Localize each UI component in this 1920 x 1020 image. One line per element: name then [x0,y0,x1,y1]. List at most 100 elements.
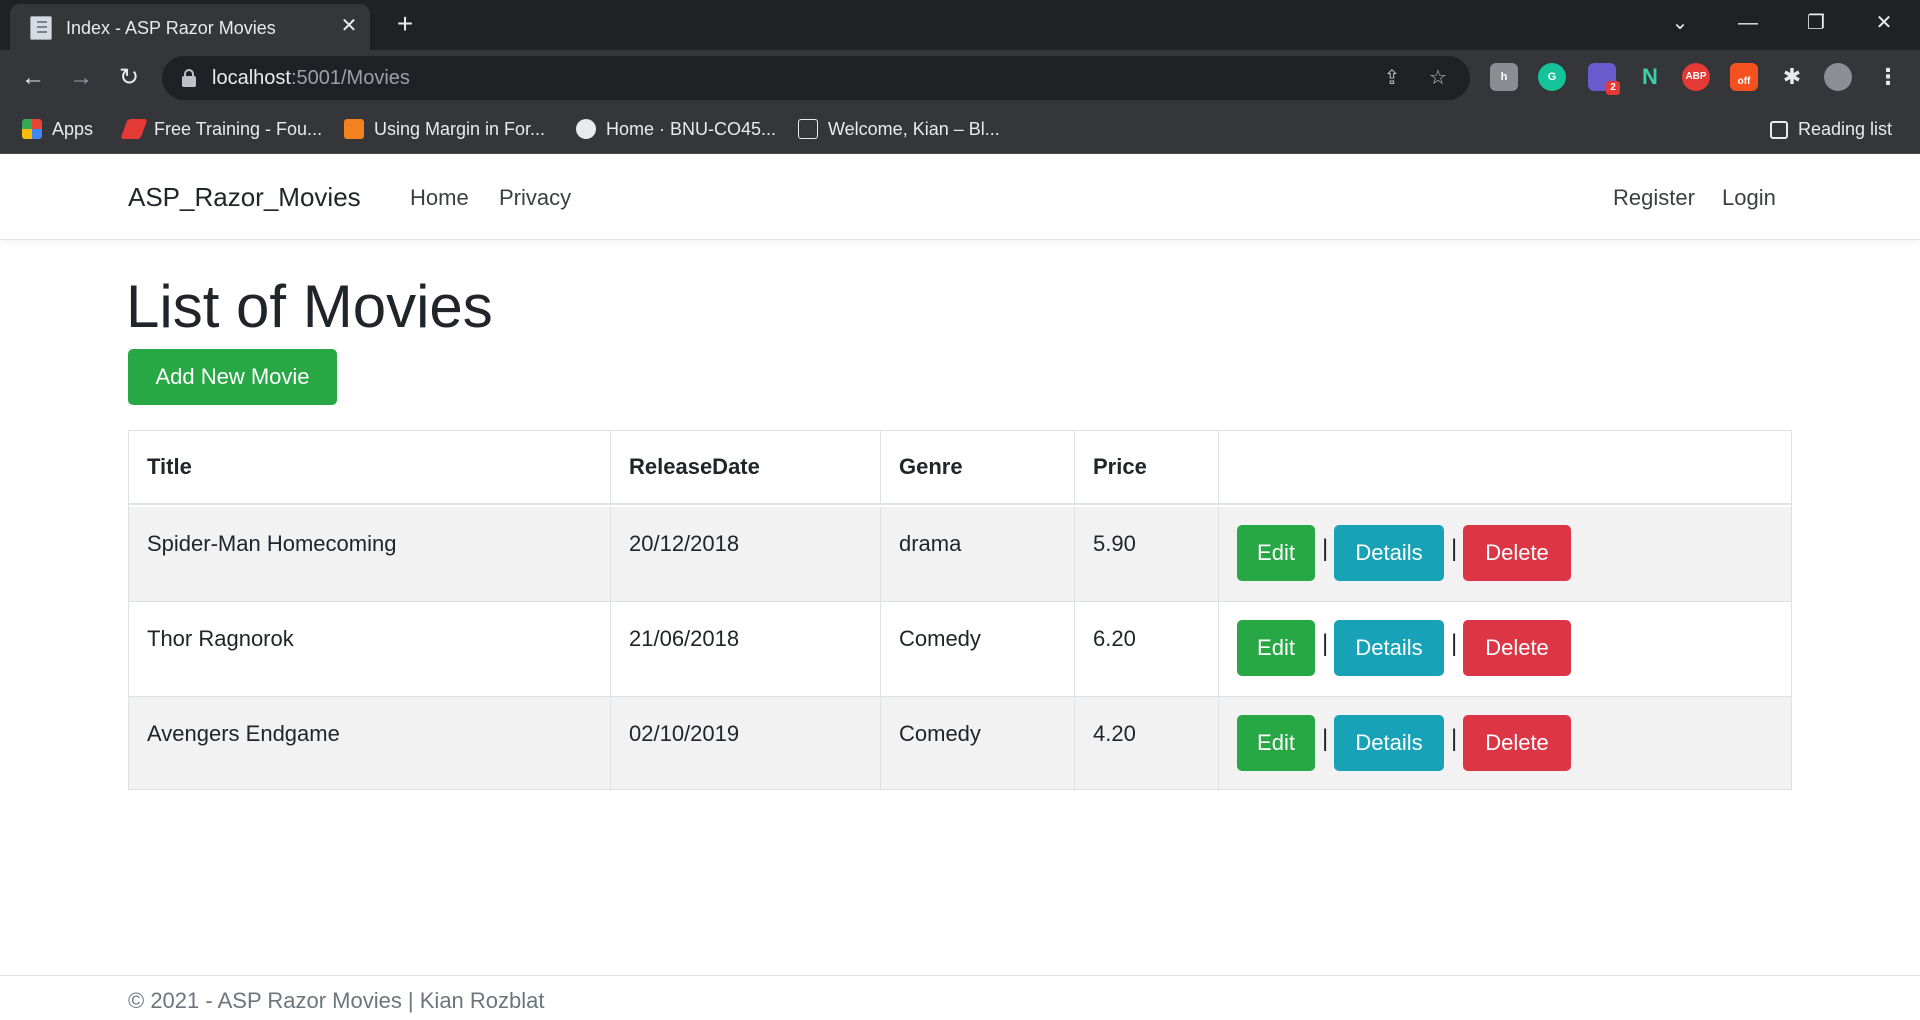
column-header-title: Title [129,431,611,505]
column-header-releasedate: ReleaseDate [611,431,881,505]
cell-genre: Comedy [881,602,1075,697]
new-tab-button[interactable]: + [390,9,420,39]
blackboard-icon [798,119,818,139]
minimize-button[interactable]: — [1728,6,1768,40]
extensions-puzzle-icon[interactable]: ✱ [1778,63,1806,91]
url-text[interactable]: localhost:5001/Movies [212,67,410,90]
more-menu-icon[interactable]: ⋮ [1874,63,1902,91]
cell-actions: Edit | Details | Delete [1219,602,1791,697]
lock-icon [182,69,196,87]
cell-genre: Comedy [881,697,1075,789]
web-page: ASP_Razor_Movies Home Privacy Register L… [0,154,1920,1020]
cell-release-date: 20/12/2018 [611,507,881,602]
action-separator: | [1322,725,1329,752]
profile-avatar[interactable] [1824,63,1852,91]
cell-release-date: 21/06/2018 [611,602,881,697]
edit-button[interactable]: Edit [1237,715,1315,771]
delete-button[interactable]: Delete [1463,620,1571,676]
column-header-price: Price [1075,431,1219,505]
extension-tasks-icon[interactable]: 2 [1588,63,1620,95]
tab-search-chevron-icon[interactable]: ⌄ [1660,6,1700,40]
cell-actions: Edit | Details | Delete [1219,507,1791,602]
address-bar[interactable]: localhost:5001/Movies ⇪ ☆ [162,56,1470,100]
action-separator: | [1322,535,1329,562]
reading-list-icon [1770,121,1788,139]
browser-toolbar: ← → ↻ localhost:5001/Movies ⇪ ☆ h G 2 N … [0,50,1920,106]
abp-label: ABP [1685,71,1707,82]
browser-chrome: Index - ASP Razor Movies ✕ + ⌄ — ❐ ✕ ← →… [0,0,1920,154]
nav-login-link[interactable]: Login [1722,185,1776,211]
site-footer: © 2021 - ASP Razor Movies | Kian Rozblat [0,975,1920,1020]
table-row: Avengers Endgame 02/10/2019 Comedy 4.20 … [129,697,1791,789]
nav-privacy-link[interactable]: Privacy [499,185,571,211]
cell-title: Avengers Endgame [129,697,611,789]
github-icon [576,119,596,139]
coupon-off-label: off [1737,76,1751,87]
bookmark-welcome-kian[interactable]: Welcome, Kian – Bl... [798,116,1000,142]
close-tab-icon[interactable]: ✕ [336,13,362,39]
delete-button[interactable]: Delete [1463,525,1571,581]
footer-text: © 2021 - ASP Razor Movies | Kian Rozblat [128,988,545,1013]
forward-arrow-icon[interactable]: → [64,61,98,95]
nav-home-link[interactable]: Home [410,185,469,211]
dfx-icon [344,119,364,139]
cell-title: Thor Ragnorok [129,602,611,697]
reading-list-button[interactable]: Reading list [1770,116,1892,142]
extension-grey-icon[interactable]: h [1490,63,1518,91]
bookmarks-bar: Apps Free Training - Fou... Using Margin… [0,106,1920,154]
cell-title: Spider-Man Homecoming [129,507,611,602]
grammarly-icon[interactable]: G [1538,63,1566,91]
site-brand-link[interactable]: ASP_Razor_Movies [128,182,361,213]
red-feather-icon [120,119,148,139]
cell-price: 5.90 [1075,507,1219,602]
site-navbar: ASP_Razor_Movies Home Privacy Register L… [0,154,1920,240]
bookmark-label: Home · BNU-CO45... [606,119,777,139]
add-new-movie-button[interactable]: Add New Movie [128,349,337,405]
coupon-extension-icon[interactable]: off [1730,63,1758,91]
bookmark-label: Free Training - Fou... [154,119,323,139]
bookmark-apps[interactable]: Apps [22,116,93,142]
reload-icon[interactable]: ↻ [112,61,146,95]
details-button[interactable]: Details [1334,525,1444,581]
delete-button[interactable]: Delete [1463,715,1571,771]
restore-button[interactable]: ❐ [1796,6,1836,40]
bookmark-free-training[interactable]: Free Training - Fou... [120,116,323,142]
edit-button[interactable]: Edit [1237,525,1315,581]
edit-button[interactable]: Edit [1237,620,1315,676]
notion-n-icon[interactable]: N [1636,63,1664,91]
movies-table: Title ReleaseDate Genre Price Spider-Man… [128,430,1792,790]
action-separator: | [1322,630,1329,657]
apps-grid-icon [22,119,42,139]
action-separator: | [1451,630,1458,657]
action-separator: | [1451,535,1458,562]
bookmark-github-home[interactable]: Home · BNU-CO45... [576,116,776,142]
adblock-plus-icon[interactable]: ABP [1682,63,1710,91]
bookmark-star-icon[interactable]: ☆ [1424,64,1452,92]
cell-actions: Edit | Details | Delete [1219,697,1791,789]
badge-count: 2 [1606,81,1620,95]
reading-list-label: Reading list [1798,119,1893,139]
bookmark-using-margin[interactable]: Using Margin in For... [344,116,545,142]
page-favicon-icon [30,16,52,40]
tab-strip: Index - ASP Razor Movies ✕ + ⌄ — ❐ ✕ [0,0,1920,50]
bookmark-label: Using Margin in For... [374,119,546,139]
tab-title: Index - ASP Razor Movies [66,18,276,38]
table-row: Thor Ragnorok 21/06/2018 Comedy 6.20 Edi… [129,602,1791,697]
close-window-button[interactable]: ✕ [1864,6,1904,40]
details-button[interactable]: Details [1334,620,1444,676]
browser-tab-active[interactable]: Index - ASP Razor Movies ✕ [10,4,370,50]
column-header-actions [1219,431,1791,505]
bookmark-label: Welcome, Kian – Bl... [828,119,1000,139]
details-button[interactable]: Details [1334,715,1444,771]
action-separator: | [1451,725,1458,752]
column-header-genre: Genre [881,431,1075,505]
table-header-row: Title ReleaseDate Genre Price [129,431,1791,505]
page-title: List of Movies [126,273,493,340]
share-icon[interactable]: ⇪ [1378,64,1406,92]
cell-price: 4.20 [1075,697,1219,789]
cell-genre: drama [881,507,1075,602]
nav-register-link[interactable]: Register [1613,185,1695,211]
table-row: Spider-Man Homecoming 20/12/2018 drama 5… [129,507,1791,602]
cell-release-date: 02/10/2019 [611,697,881,789]
back-arrow-icon[interactable]: ← [16,61,50,95]
